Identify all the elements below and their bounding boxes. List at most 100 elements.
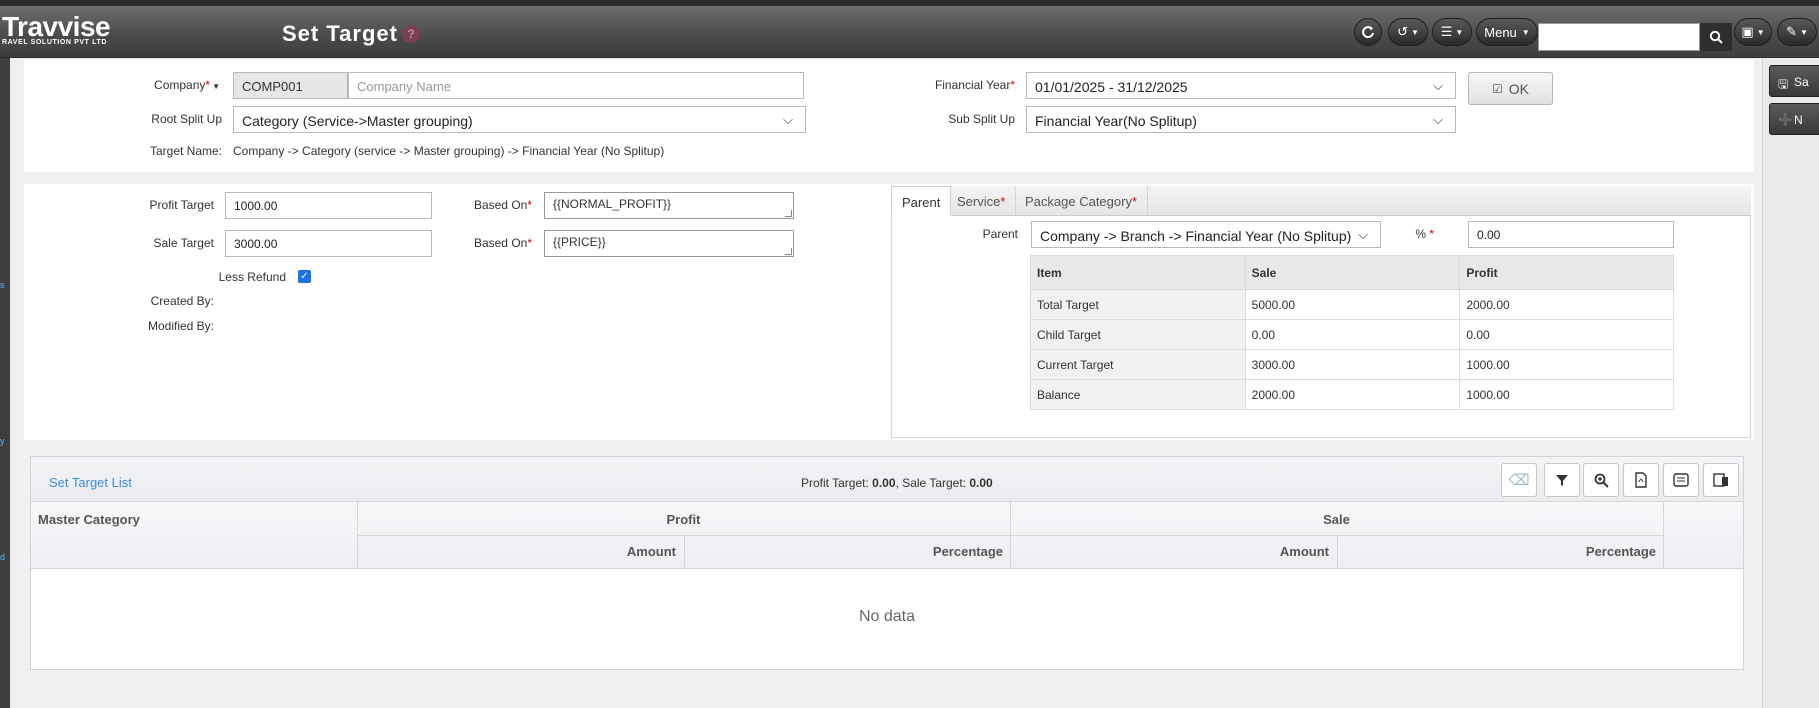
empty-state-text: No data bbox=[858, 608, 916, 625]
chevron-down-icon: ⌵ bbox=[1433, 112, 1443, 127]
column-master-category[interactable]: Master Category bbox=[38, 512, 140, 527]
zoom-in-icon[interactable] bbox=[1583, 463, 1619, 497]
menu-button[interactable]: Menu ▼ bbox=[1476, 18, 1538, 46]
tab-package-category[interactable]: Package Category* bbox=[1015, 186, 1149, 216]
column-profit-percentage[interactable]: Percentage bbox=[684, 544, 1003, 559]
root-split-label: Root Split Up bbox=[151, 112, 222, 126]
list-title[interactable]: Set Target List bbox=[49, 475, 132, 490]
profit-based-on-label: Based On* bbox=[473, 198, 532, 212]
table-cell: Total Target bbox=[1030, 289, 1246, 320]
chevron-down-icon: ▼ bbox=[1799, 27, 1808, 37]
table-cell: 0.00 bbox=[1459, 319, 1674, 350]
filter-icon[interactable] bbox=[1544, 463, 1580, 497]
app-header: Travvise RAVEL SOLUTION PVT LTD Set Targ… bbox=[0, 6, 1819, 58]
new-label: N bbox=[1794, 113, 1803, 127]
history-dropdown-button[interactable]: ↺ ▼ bbox=[1388, 18, 1428, 46]
table-header: Item bbox=[1030, 255, 1246, 290]
sidebar-glyph[interactable]: y bbox=[0, 436, 5, 446]
list-toolbar: Set Target List Profit Target: 0.00, Sal… bbox=[31, 457, 1743, 502]
percent-label: % * bbox=[1415, 227, 1434, 241]
language-dropdown-button[interactable]: ▣ ▼ bbox=[1734, 18, 1772, 46]
help-icon[interactable]: ? bbox=[402, 25, 420, 43]
brand-logo[interactable]: Travvise RAVEL SOLUTION PVT LTD bbox=[2, 11, 111, 47]
less-refund-label: Less Refund bbox=[218, 270, 286, 284]
sidebar-glyph[interactable]: s bbox=[0, 280, 5, 290]
sub-split-label: Sub Split Up bbox=[948, 112, 1015, 126]
brush-icon: ✎ bbox=[1786, 24, 1797, 39]
pdf-icon[interactable] bbox=[1623, 463, 1659, 497]
target-summary-table: Item Sale Profit Total Target 5000.00 20… bbox=[1030, 255, 1674, 410]
chevron-down-icon: ⌵ bbox=[1354, 227, 1368, 243]
search-input[interactable] bbox=[1538, 23, 1700, 51]
profit-based-on-input[interactable]: {{NORMAL_PROFIT}} bbox=[544, 192, 794, 219]
column-profit[interactable]: Profit bbox=[357, 512, 1010, 527]
sub-split-value: Financial Year(No Splitup) bbox=[1035, 113, 1197, 129]
refresh-icon[interactable] bbox=[1354, 18, 1382, 46]
profit-target-input[interactable]: 1000.00 bbox=[225, 192, 432, 219]
table-row: Total Target 5000.00 2000.00 bbox=[1030, 289, 1674, 320]
table-cell: 1000.00 bbox=[1459, 349, 1674, 380]
company-name-field[interactable]: Company Name bbox=[348, 72, 804, 99]
brand-name: Travvise bbox=[2, 11, 111, 42]
root-split-value: Category (Service->Master grouping) bbox=[242, 113, 473, 129]
financial-year-select[interactable]: 01/01/2025 - 31/12/2025 ⌵ bbox=[1026, 72, 1456, 99]
chevron-down-icon: ⌵ bbox=[1433, 78, 1443, 93]
tab-service[interactable]: Service* bbox=[947, 186, 1017, 216]
history-icon: ↺ bbox=[1397, 24, 1408, 39]
table-header: Profit bbox=[1459, 255, 1674, 290]
save-icon: 🖫 bbox=[1778, 77, 1789, 91]
target-name-value: Company -> Category (service -> Master g… bbox=[233, 144, 665, 158]
columns-icon[interactable] bbox=[1703, 463, 1739, 497]
ok-button[interactable]: ☑ OK bbox=[1468, 72, 1553, 105]
table-cell: 2000.00 bbox=[1244, 379, 1461, 410]
parent-panel-tabs: Parent Service* Package Category* bbox=[891, 186, 1751, 216]
caret-down-icon: ▼ bbox=[212, 82, 220, 91]
table-row: Current Target 3000.00 1000.00 bbox=[1030, 349, 1674, 380]
table-row: Child Target 0.00 0.00 bbox=[1030, 319, 1674, 350]
table-row: Balance 2000.00 1000.00 bbox=[1030, 379, 1674, 410]
column-sale-percentage[interactable]: Percentage bbox=[1337, 544, 1656, 559]
chevron-down-icon: ▼ bbox=[1410, 27, 1419, 37]
tab-parent[interactable]: Parent bbox=[891, 186, 952, 216]
root-split-select[interactable]: Category (Service->Master grouping) ⌵ bbox=[233, 106, 806, 133]
brand-tagline: RAVEL SOLUTION PVT LTD bbox=[2, 39, 107, 46]
eraser-icon[interactable]: ⌫ bbox=[1501, 463, 1537, 497]
column-sale[interactable]: Sale bbox=[1010, 512, 1663, 527]
target-name-label: Target Name: bbox=[149, 144, 222, 158]
sidebar-glyph[interactable]: d bbox=[0, 552, 5, 562]
company-code-field[interactable]: COMP001 bbox=[233, 72, 348, 99]
list-summary: Profit Target: 0.00, Sale Target: 0.00 bbox=[801, 476, 993, 490]
plus-icon: ➕ bbox=[1778, 113, 1793, 127]
table-cell: 3000.00 bbox=[1244, 349, 1461, 380]
chevron-down-icon: ▼ bbox=[1455, 27, 1464, 37]
list-menu-button[interactable]: ☰ ▼ bbox=[1432, 18, 1472, 46]
table-cell: Child Target bbox=[1030, 319, 1246, 350]
theme-dropdown-button[interactable]: ✎ ▼ bbox=[1777, 18, 1817, 46]
chevron-down-icon: ⌵ bbox=[783, 112, 793, 127]
parent-label: Parent bbox=[982, 227, 1018, 241]
export-icon[interactable] bbox=[1663, 463, 1699, 497]
table-cell: 2000.00 bbox=[1459, 289, 1674, 320]
sale-target-input[interactable]: 3000.00 bbox=[225, 230, 432, 257]
chevron-down-icon: ▼ bbox=[1521, 27, 1530, 37]
grid-divider bbox=[31, 568, 1743, 569]
table-cell: 0.00 bbox=[1244, 319, 1461, 350]
table-cell: 1000.00 bbox=[1459, 379, 1674, 410]
parent-value: Company -> Branch -> Financial Year (No … bbox=[1040, 228, 1352, 244]
sale-based-on-label: Based On* bbox=[473, 236, 532, 250]
sub-split-select[interactable]: Financial Year(No Splitup) ⌵ bbox=[1026, 106, 1456, 133]
page-title: Set Target bbox=[282, 21, 398, 46]
translate-icon: ▣ bbox=[1741, 24, 1754, 39]
percent-input[interactable]: 0.00 bbox=[1468, 221, 1674, 248]
profit-target-label: Profit Target bbox=[149, 198, 214, 212]
search-icon[interactable] bbox=[1700, 23, 1732, 51]
column-profit-amount[interactable]: Amount bbox=[357, 544, 676, 559]
less-refund-checkbox[interactable]: ✓ bbox=[298, 270, 311, 283]
check-icon: ✓ bbox=[300, 271, 309, 282]
sale-based-on-input[interactable]: {{PRICE}} bbox=[544, 230, 794, 257]
save-button[interactable]: 🖫 Sa bbox=[1769, 65, 1819, 97]
new-button[interactable]: ➕ N bbox=[1769, 103, 1819, 135]
parent-select[interactable]: Company -> Branch -> Financial Year (No … bbox=[1031, 221, 1381, 248]
column-sale-amount[interactable]: Amount bbox=[1010, 544, 1329, 559]
check-square-icon: ☑ bbox=[1492, 81, 1503, 96]
